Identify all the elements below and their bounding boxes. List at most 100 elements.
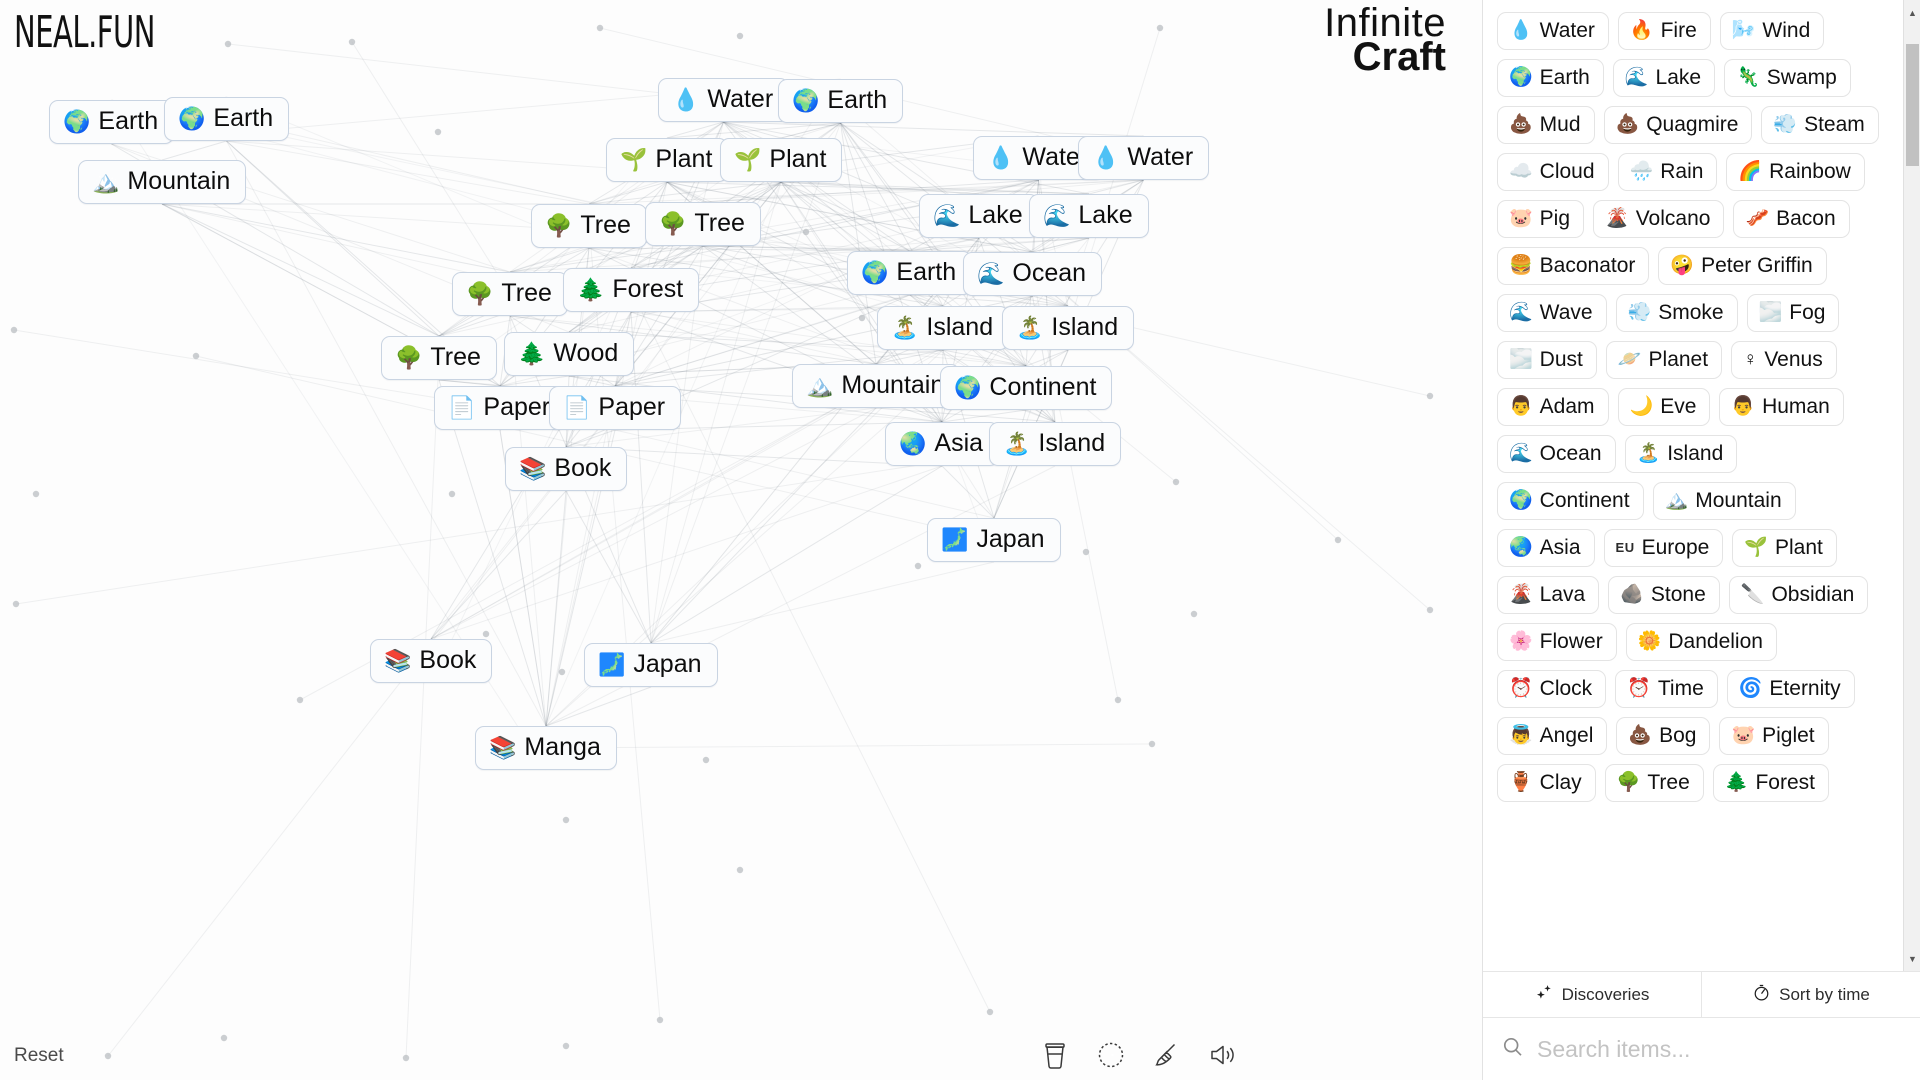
continent-icon: 🌍	[954, 374, 982, 400]
item-chip-bacon[interactable]: 🥓 Bacon	[1733, 200, 1850, 238]
item-chip-clay[interactable]: 🏺 Clay	[1497, 764, 1596, 802]
lake-icon: 🌊	[933, 202, 961, 228]
item-chip-venus[interactable]: ♀ Venus	[1731, 341, 1837, 379]
canvas-node[interactable]: 🌍 Earth	[778, 79, 904, 123]
canvas-node-label: Asia	[934, 429, 984, 457]
item-chip-label: Forest	[1755, 771, 1815, 794]
canvas-node[interactable]: 📚 Book	[505, 447, 628, 491]
item-chip-time[interactable]: ⏰ Time	[1615, 670, 1718, 708]
item-chip-piglet[interactable]: 🐷 Piglet	[1719, 717, 1829, 755]
moon-icon[interactable]	[1094, 1038, 1128, 1072]
speaker-icon[interactable]	[1206, 1038, 1240, 1072]
canvas-node[interactable]: 📄 Paper	[549, 386, 682, 430]
canvas-node[interactable]: 🌍 Earth	[49, 100, 175, 144]
canvas-node[interactable]: 🌳 Tree	[381, 336, 497, 380]
canvas-node[interactable]: 💧 Water	[1078, 136, 1210, 180]
item-chip-mountain[interactable]: 🏔️ Mountain	[1652, 482, 1796, 520]
sidebar-scrollbar[interactable]: ▲ ▼	[1903, 0, 1920, 971]
canvas-node[interactable]: 🌲 Wood	[504, 332, 635, 376]
item-chip-ocean[interactable]: 🌊 Ocean	[1497, 435, 1616, 473]
canvas-node[interactable]: 🏝️ Island	[1002, 306, 1135, 350]
item-chip-lake[interactable]: 🌊 Lake	[1612, 59, 1716, 97]
neal-fun-logo[interactable]: NEAL.FUN	[14, 8, 155, 58]
item-chip-clock[interactable]: ⏰ Clock	[1497, 670, 1607, 708]
canvas-node[interactable]: 🌳 Tree	[645, 202, 761, 246]
item-chip-planet[interactable]: 🪐 Planet	[1605, 341, 1723, 379]
wood-icon: 🌲	[518, 340, 546, 366]
canvas-node[interactable]: 🌱 Plant	[720, 138, 843, 182]
item-chip-asia[interactable]: 🌏 Asia	[1497, 529, 1595, 567]
item-chip-lava[interactable]: 🌋 Lava	[1497, 576, 1600, 614]
item-chip-fog[interactable]: 🌫️ Fog	[1746, 294, 1840, 332]
item-chip-steam[interactable]: 💨 Steam	[1761, 106, 1879, 144]
item-chip-forest[interactable]: 🌲 Forest	[1712, 764, 1829, 802]
canvas-node[interactable]: 🌍 Continent	[940, 366, 1113, 410]
item-chip-eternity[interactable]: 🌀 Eternity	[1726, 670, 1855, 708]
canvas-node[interactable]: 🌱 Plant	[606, 138, 729, 182]
item-chip-europe[interactable]: EU Europe	[1603, 529, 1724, 567]
item-chip-water[interactable]: 💧 Water	[1497, 12, 1609, 50]
item-chip-swamp[interactable]: 🦎 Swamp	[1724, 59, 1851, 97]
item-chip-dust[interactable]: 🌫️ Dust	[1497, 341, 1597, 379]
item-chip-wind[interactable]: 🌬️ Wind	[1719, 12, 1825, 50]
canvas-node[interactable]: 🗾 Japan	[927, 518, 1061, 562]
canvas-node[interactable]: 🌊 Lake	[1029, 194, 1149, 238]
item-chip-angel[interactable]: 👼 Angel	[1497, 717, 1608, 755]
canvas-node-label: Plant	[769, 145, 827, 173]
canvas-node[interactable]: 🏔️ Mountain	[792, 364, 961, 408]
coffee-cup-icon[interactable]	[1038, 1038, 1072, 1072]
item-chip-plant[interactable]: 🌱 Plant	[1732, 529, 1837, 567]
reset-button[interactable]: Reset	[14, 1045, 64, 1067]
crafting-canvas[interactable]: NEAL.FUN Infinite Craft 🌍 Earth 🌍 Earth 🏔️ Mo…	[0, 0, 1482, 1080]
canvas-node[interactable]: 📚 Book	[370, 639, 493, 683]
tab-sort-by-time[interactable]: Sort by time	[1701, 972, 1920, 1017]
canvas-node[interactable]: 🌲 Forest	[563, 268, 700, 312]
item-chip-rain[interactable]: 🌧️ Rain	[1617, 153, 1718, 191]
item-chip-continent[interactable]: 🌍 Continent	[1497, 482, 1644, 520]
item-chip-stone[interactable]: 🪨 Stone	[1608, 576, 1720, 614]
scroll-up-icon[interactable]: ▲	[1904, 4, 1920, 21]
canvas-node[interactable]: 🏝️ Island	[989, 422, 1122, 466]
item-chip-cloud[interactable]: ☁️ Cloud	[1497, 153, 1609, 191]
item-chip-wave[interactable]: 🌊 Wave	[1497, 294, 1607, 332]
canvas-node[interactable]: 📚 Manga	[475, 726, 617, 770]
canvas-node[interactable]: 🌏 Asia	[885, 422, 1000, 466]
canvas-node[interactable]: 🌊 Ocean	[963, 252, 1103, 296]
canvas-node[interactable]: 📄 Paper	[434, 386, 567, 430]
canvas-node[interactable]: 🌍 Earth	[847, 251, 973, 295]
item-chip-adam[interactable]: 👨 Adam	[1497, 388, 1609, 426]
item-chip-baconator[interactable]: 🍔 Baconator	[1497, 247, 1650, 285]
item-chip-fire[interactable]: 🔥 Fire	[1617, 12, 1711, 50]
canvas-node[interactable]: 🌳 Tree	[452, 272, 568, 316]
canvas-node[interactable]: 🌳 Tree	[531, 204, 647, 248]
items-scroll-area[interactable]: 💧 Water 🔥 Fire 🌬️ Wind 🌍 Earth 🌊 Lake 🦎 Swamp 💩 Mud 💩 Q…	[1483, 0, 1920, 971]
canvas-node[interactable]: 🌍 Earth	[164, 97, 290, 141]
item-chip-peter-griffin[interactable]: 🤪 Peter Griffin	[1658, 247, 1827, 285]
item-chip-obsidian[interactable]: 🔪 Obsidian	[1728, 576, 1869, 614]
scrollbar-thumb[interactable]	[1906, 44, 1919, 166]
item-chip-eve[interactable]: 🌙 Eve	[1617, 388, 1711, 426]
canvas-node[interactable]: 🏔️ Mountain	[78, 160, 247, 204]
item-chip-smoke[interactable]: 💨 Smoke	[1615, 294, 1738, 332]
canvas-node[interactable]: 🌊 Lake	[919, 194, 1039, 238]
item-chip-rainbow[interactable]: 🌈 Rainbow	[1726, 153, 1865, 191]
item-chip-quagmire[interactable]: 💩 Quagmire	[1603, 106, 1753, 144]
scroll-down-icon[interactable]: ▼	[1904, 950, 1920, 967]
canvas-node[interactable]: 🗾 Japan	[584, 643, 718, 687]
item-chip-dandelion[interactable]: 🌼 Dandelion	[1625, 623, 1777, 661]
search-input[interactable]	[1537, 1035, 1902, 1063]
item-chip-earth[interactable]: 🌍 Earth	[1497, 59, 1604, 97]
broom-icon[interactable]	[1150, 1038, 1184, 1072]
item-chip-mud[interactable]: 💩 Mud	[1497, 106, 1595, 144]
item-chip-island[interactable]: 🏝️ Island	[1624, 435, 1738, 473]
item-chip-tree[interactable]: 🌳 Tree	[1604, 764, 1704, 802]
canvas-node[interactable]: 🏝️ Island	[877, 306, 1010, 350]
item-chip-volcano[interactable]: 🌋 Volcano	[1593, 200, 1725, 238]
item-chip-human[interactable]: 👨 Human	[1719, 388, 1844, 426]
item-chip-flower[interactable]: 🌸 Flower	[1497, 623, 1617, 661]
tab-discoveries[interactable]: Discoveries	[1483, 972, 1701, 1017]
canvas-node[interactable]: 💧 Water	[658, 78, 790, 122]
item-chip-pig[interactable]: 🐷 Pig	[1497, 200, 1585, 238]
continent-icon: 🌍	[1509, 490, 1533, 511]
item-chip-bog[interactable]: 💩 Bog	[1616, 717, 1711, 755]
